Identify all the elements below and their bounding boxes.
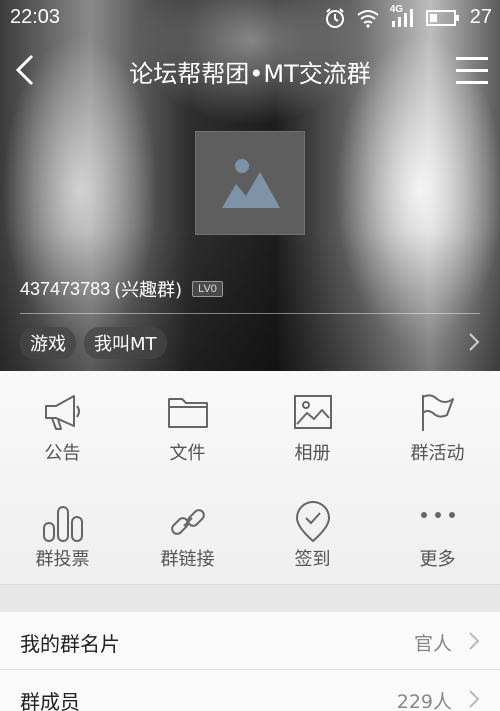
status-time: 22:03 xyxy=(10,6,61,28)
row-value: 官人 xyxy=(413,633,452,655)
menu-button[interactable] xyxy=(454,52,490,88)
checkin-pin-icon xyxy=(295,501,330,542)
row-value: 229人 xyxy=(396,691,452,711)
action-announcement[interactable]: 公告 xyxy=(0,371,125,477)
divider xyxy=(20,313,480,314)
wifi-icon xyxy=(357,9,379,28)
battery-icon xyxy=(425,9,459,26)
action-label: 文件 xyxy=(169,443,206,464)
group-type: (兴趣群) xyxy=(114,280,183,301)
group-tags[interactable]: 游戏 我叫MT xyxy=(20,327,167,359)
action-album[interactable]: 相册 xyxy=(250,371,375,477)
action-label: 签到 xyxy=(294,549,331,570)
row-label: 群成员 xyxy=(20,690,80,711)
list-item-my-card[interactable]: 我的群名片 官人 xyxy=(0,612,500,670)
action-label: 群投票 xyxy=(35,549,90,570)
tag-item: 游戏 xyxy=(20,327,76,359)
action-vote[interactable]: 群投票 xyxy=(0,477,125,584)
folder-icon xyxy=(167,398,208,428)
chevron-right-icon xyxy=(469,690,480,708)
row-label: 我的群名片 xyxy=(20,632,120,656)
action-checkin[interactable]: 签到 xyxy=(250,477,375,584)
photo-album-icon xyxy=(293,395,332,429)
group-avatar[interactable] xyxy=(195,131,305,235)
alarm-icon xyxy=(325,7,344,28)
action-label: 群活动 xyxy=(410,443,465,464)
action-more[interactable]: 更多 xyxy=(375,477,500,584)
megaphone-icon xyxy=(44,395,80,430)
group-id: 437473783 xyxy=(20,278,111,299)
chevron-right-icon[interactable] xyxy=(468,332,480,352)
title-bar: 论坛帮帮团•MT交流群 xyxy=(0,40,500,100)
tag-item: 我叫MT xyxy=(84,327,167,359)
hamburger-menu-icon xyxy=(456,57,488,84)
action-link[interactable]: 群链接 xyxy=(125,477,250,584)
more-dots-icon xyxy=(420,512,455,518)
chevron-left-icon xyxy=(15,54,34,86)
section-divider xyxy=(0,584,500,612)
image-placeholder-icon xyxy=(222,159,280,208)
link-icon xyxy=(170,509,205,535)
action-events[interactable]: 群活动 xyxy=(375,371,500,477)
back-button[interactable] xyxy=(10,52,46,88)
level-badge: LV0 xyxy=(192,281,223,297)
settings-list: 我的群名片 官人 群成员 229人 xyxy=(0,612,500,711)
action-files[interactable]: 文件 xyxy=(125,371,250,477)
action-grid: 公告 文件 相册 群活动 群投票 群链接 签到 更多 xyxy=(0,371,500,584)
page-title: 论坛帮帮团•MT交流群 xyxy=(129,60,371,88)
list-item-members[interactable]: 群成员 229人 xyxy=(0,670,500,711)
battery-level: 27 xyxy=(469,6,492,28)
action-label: 相册 xyxy=(294,443,331,464)
bar-chart-icon xyxy=(42,506,83,542)
group-info: 437473783 (兴趣群) LV0 xyxy=(20,276,223,302)
status-bar: 22:03 4G 27 xyxy=(0,0,500,36)
action-label: 群链接 xyxy=(160,549,215,570)
signal-icon: 4G xyxy=(390,4,416,29)
action-label: 更多 xyxy=(419,549,456,570)
action-label: 公告 xyxy=(44,443,81,464)
flag-icon xyxy=(421,394,454,431)
chevron-right-icon xyxy=(469,632,480,650)
